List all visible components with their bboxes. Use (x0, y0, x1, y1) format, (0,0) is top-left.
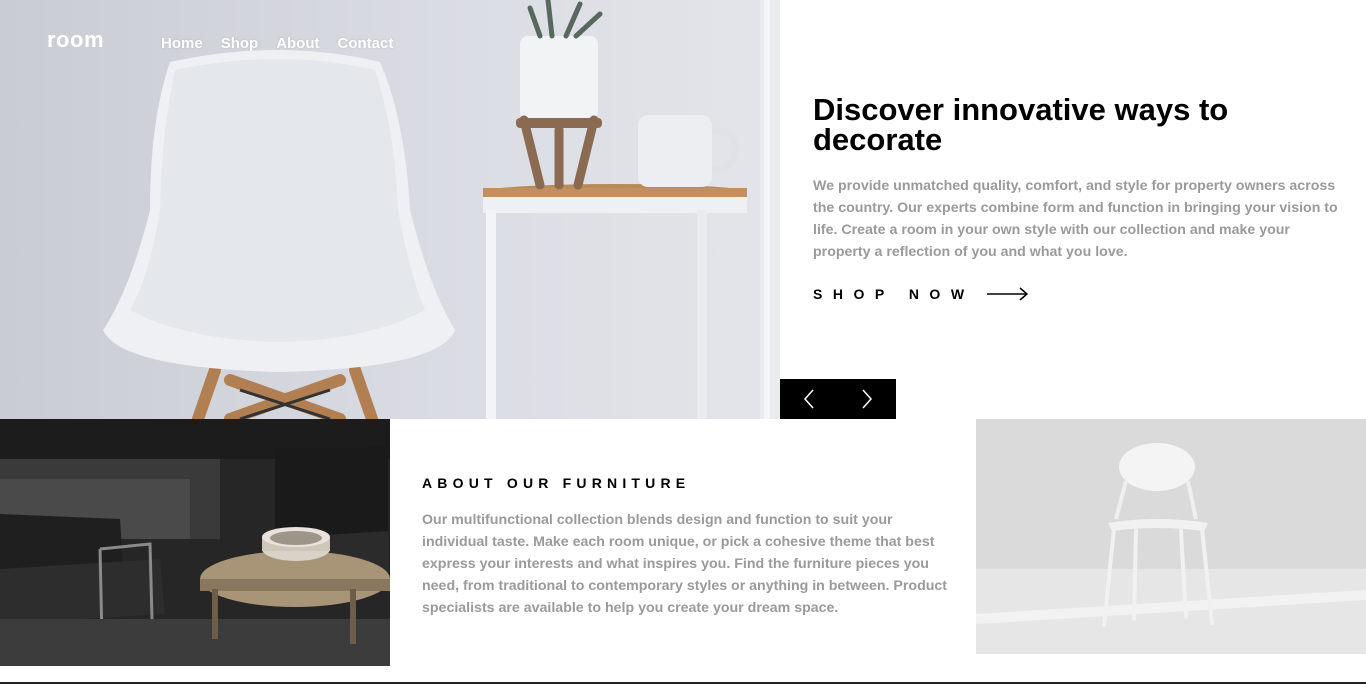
hero-text: Discover innovative ways to decorate We … (813, 92, 1338, 263)
chevron-right-icon (862, 389, 873, 409)
chevron-left-icon (803, 389, 814, 409)
about-dark-illustration (0, 419, 390, 666)
logo[interactable]: room (47, 27, 104, 53)
slider-controls (780, 379, 896, 419)
shop-now-label: SHOP NOW (813, 286, 975, 302)
slider-next-button[interactable] (838, 379, 896, 419)
nav-links: Home Shop About Contact (161, 35, 411, 52)
top-navigation: room Home Shop About Contact (0, 0, 780, 90)
slider-prev-button[interactable] (780, 379, 838, 419)
about-light-image (976, 419, 1366, 654)
nav-link-about[interactable]: About (276, 35, 319, 52)
about-section: ABOUT OUR FURNITURE Our multifunctional … (422, 475, 947, 619)
about-light-illustration (976, 419, 1366, 654)
about-description: Our multifunctional collection blends de… (422, 512, 948, 616)
about-dark-image (0, 419, 390, 666)
hero-title: Discover innovative ways to decorate (813, 92, 1229, 157)
about-title: ABOUT OUR FURNITURE (422, 475, 691, 491)
arrow-right-icon (986, 287, 1028, 301)
hero-description: We provide unmatched quality, comfort, a… (813, 178, 1338, 260)
nav-link-shop[interactable]: Shop (221, 35, 259, 52)
nav-link-home[interactable]: Home (161, 35, 203, 52)
shop-now-link[interactable]: SHOP NOW (813, 286, 1029, 302)
nav-link-contact[interactable]: Contact (338, 35, 394, 52)
